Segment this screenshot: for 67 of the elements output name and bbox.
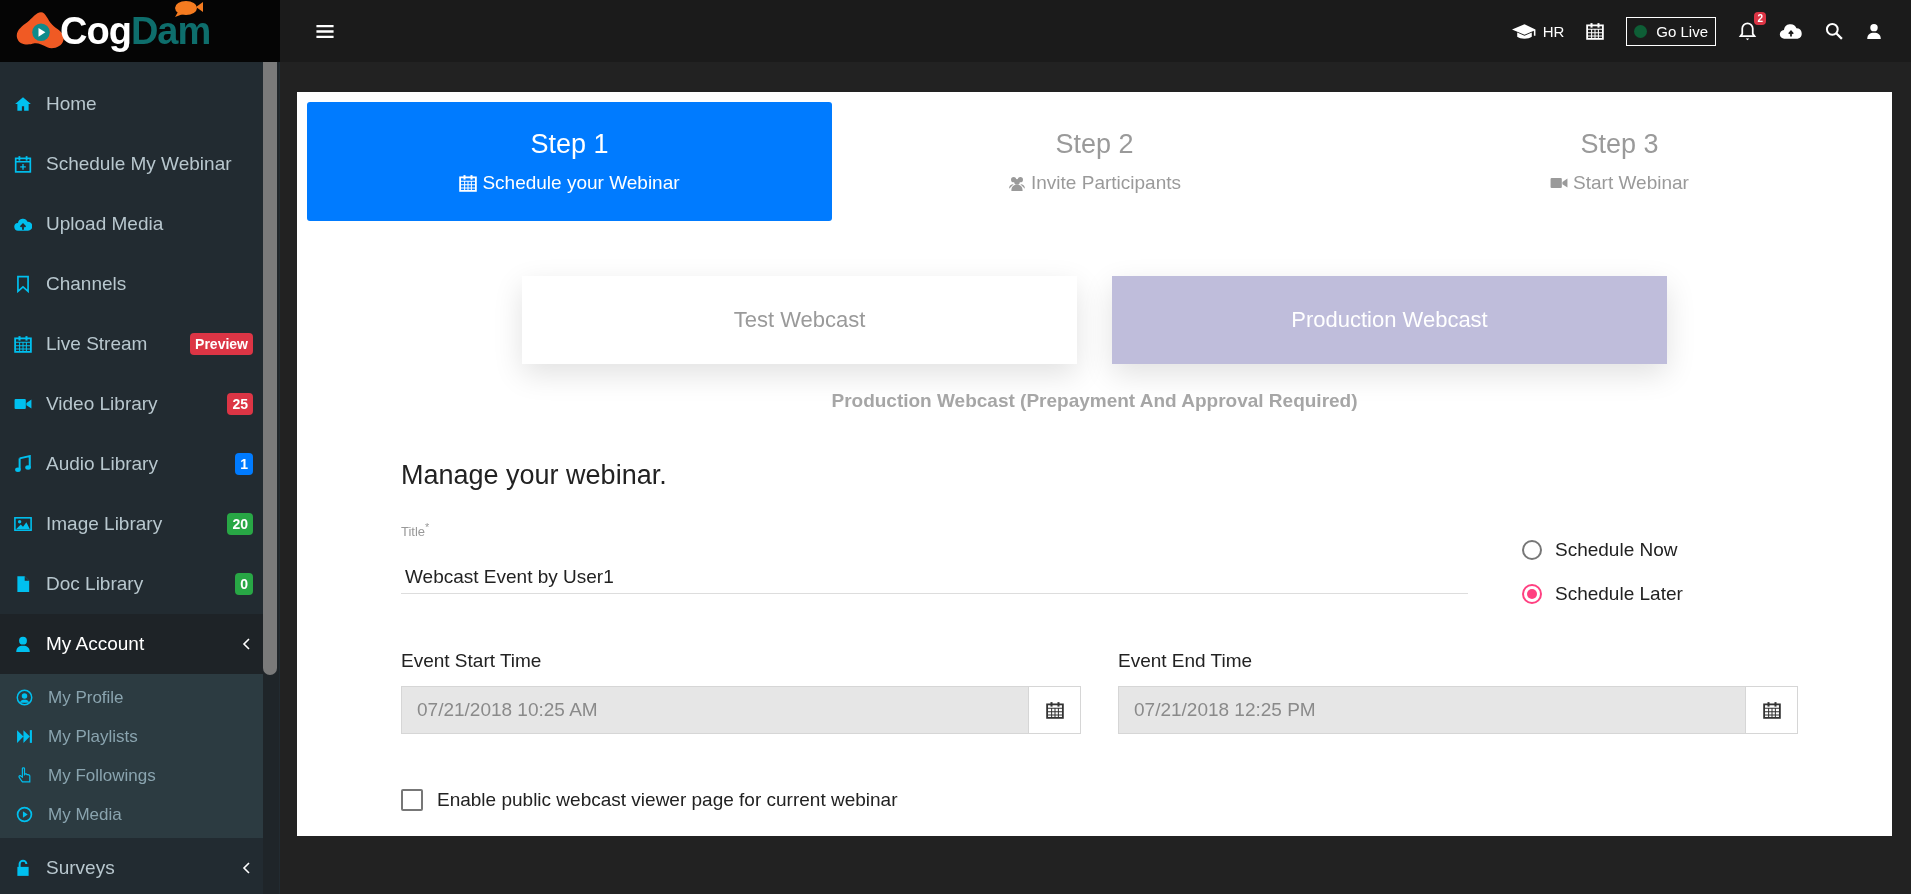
user-circle-icon xyxy=(16,689,33,706)
calendar-icon xyxy=(14,335,32,353)
field-value: Webcast Event by User1 xyxy=(404,566,615,589)
sidebar-item[interactable]: Doc Library 0 xyxy=(0,554,263,614)
sidebar-item[interactable]: Home xyxy=(0,74,263,134)
count-badge: 0 xyxy=(235,573,253,595)
user-icon[interactable] xyxy=(1865,22,1883,40)
calendar-button[interactable] xyxy=(1746,686,1798,734)
field-label: Title$^{*}$ xyxy=(401,521,431,540)
count-badge: Preview xyxy=(190,333,253,355)
submenu-item[interactable]: My Followings xyxy=(0,756,263,795)
logo-text: Dam xyxy=(130,9,211,52)
play-circle-icon xyxy=(16,806,33,823)
document-icon xyxy=(14,575,32,593)
calendar-icon xyxy=(1762,701,1781,719)
fast-forward-icon xyxy=(16,728,33,745)
menu-icon[interactable] xyxy=(316,23,334,39)
home-icon xyxy=(14,95,32,113)
submenu-item[interactable]: My Playlists xyxy=(0,717,263,756)
logo-text: Cog xyxy=(60,9,131,53)
checkbox[interactable] xyxy=(401,789,423,811)
go-live-button[interactable]: Go Live xyxy=(1626,16,1716,46)
user-icon xyxy=(14,635,32,653)
sidebar-item[interactable]: Live Stream Preview xyxy=(0,314,263,374)
calendar-icon xyxy=(459,174,478,192)
radio-label: Schedule Now xyxy=(1555,539,1678,561)
sidebar-item[interactable]: Upload Media xyxy=(0,194,263,254)
sidebar-item[interactable]: Surveys xyxy=(0,838,263,894)
sidebar-item[interactable]: Video Library 25 xyxy=(0,374,263,434)
submenu-item[interactable]: My Media xyxy=(0,795,263,834)
pointing-hand-icon xyxy=(16,767,33,784)
sidebar-item[interactable]: My Account xyxy=(0,614,263,674)
form-heading: Manage your webinar. xyxy=(401,460,668,491)
count-badge: 25 xyxy=(227,393,253,415)
users-icon xyxy=(1008,174,1026,192)
title-field[interactable]: Title$^{*}$ Webcast Event by User1 xyxy=(401,521,1468,595)
cloud-upload-icon[interactable] xyxy=(1779,22,1803,40)
image-icon xyxy=(14,515,32,533)
notification-badge: 2 xyxy=(1754,11,1766,25)
count-badge: 20 xyxy=(227,513,253,535)
padlock-icon xyxy=(14,859,32,877)
speech-bubble-icon xyxy=(174,0,205,18)
field-label: Event End Time xyxy=(1118,650,1254,672)
field-label: Event Start Time xyxy=(401,650,543,672)
graduation-cap-icon xyxy=(1511,22,1537,40)
calendar-icon[interactable] xyxy=(1586,22,1605,40)
sidebar-item[interactable]: Channels xyxy=(0,254,263,314)
calendar-plus-icon xyxy=(14,155,32,173)
sidebar-item[interactable]: Audio Library 1 xyxy=(0,434,263,494)
calendar-icon xyxy=(1045,701,1064,719)
checkbox-label: Enable public webcast viewer page for current webinar xyxy=(437,789,898,811)
sidebar-item[interactable]: Schedule My Webinar xyxy=(0,134,263,194)
calendar-button[interactable] xyxy=(1029,686,1081,734)
radio-button[interactable] xyxy=(1522,584,1542,604)
bell-icon[interactable] xyxy=(1738,20,1757,42)
count-badge: 1 xyxy=(235,453,253,475)
radio-button[interactable] xyxy=(1522,540,1542,560)
role-link[interactable]: HR xyxy=(1511,22,1565,40)
music-note-icon xyxy=(14,455,32,473)
scrollbar-thumb[interactable] xyxy=(263,62,277,675)
step-tab[interactable]: Step 1 Schedule your Webinar xyxy=(307,102,832,221)
sidebar-item[interactable]: Image Library 20 xyxy=(0,494,263,554)
webcast-note: Production Webcast (Prepayment And Approval Required) xyxy=(830,390,1359,412)
submenu-item[interactable]: My Profile xyxy=(0,678,263,717)
bookmark-icon xyxy=(14,275,32,293)
search-icon[interactable] xyxy=(1825,22,1843,40)
radio-label: Schedule Later xyxy=(1555,583,1683,605)
